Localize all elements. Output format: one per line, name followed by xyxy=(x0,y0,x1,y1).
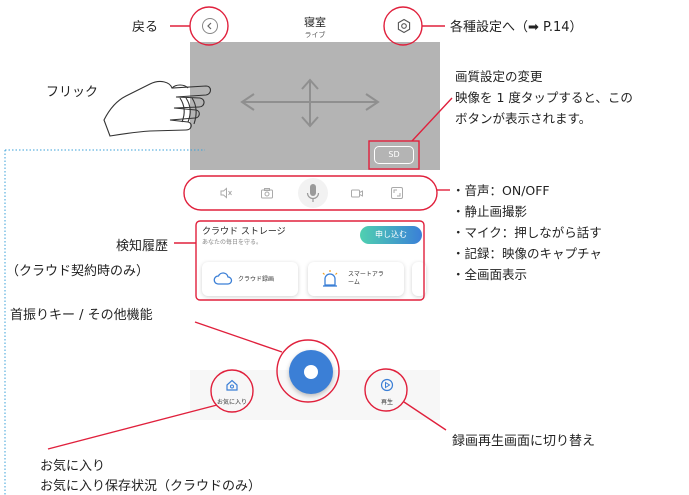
playback-highlight xyxy=(364,368,408,412)
flick-annotation: フリック xyxy=(46,85,99,100)
quality-highlight xyxy=(368,140,420,170)
favorites-status-annotation: お気に入り保存状況（クラウドのみ） xyxy=(40,479,262,494)
quality-title: 画質設定の変更 xyxy=(455,69,543,84)
control-desc-fullscreen: ・全画面表示 xyxy=(452,267,528,282)
control-desc-mic: ・マイク：押しながら話す xyxy=(452,225,602,240)
controls-highlight xyxy=(183,175,438,211)
pan-key-annotation: 首振りキー / その他機能 xyxy=(10,308,153,323)
favorites-annotation: お気に入り xyxy=(40,459,106,474)
control-desc-audio: ・音声：ON/OFF xyxy=(452,183,550,198)
fab-highlight xyxy=(276,339,340,403)
controls-annotation: ・音声：ON/OFF ・静止画撮影 ・マイク：押しながら話す ・記録：映像のキャ… xyxy=(452,180,602,285)
playback-switch-annotation: 録画再生画面に切り替え xyxy=(452,434,596,449)
quality-line2: ボタンが表示されます。 xyxy=(455,111,592,126)
cloud-highlight xyxy=(195,220,425,301)
detection-note-annotation: （クラウド契約時のみ） xyxy=(6,264,150,279)
back-annotation: 戻る xyxy=(132,20,159,35)
detection-history-annotation: 検知履歴 xyxy=(116,239,169,254)
favorites-highlight xyxy=(210,369,254,413)
settings-highlight xyxy=(383,6,423,46)
flick-hand-icon xyxy=(103,80,212,137)
back-highlight xyxy=(189,6,229,46)
quality-annotation: 画質設定の変更 映像を 1 度タップすると、この ボタンが表示されます。 xyxy=(455,66,633,129)
control-desc-snapshot: ・静止画撮影 xyxy=(452,204,528,219)
quality-line1: 映像を 1 度タップすると、この xyxy=(455,90,633,105)
control-desc-record: ・記録：映像のキャプチャ xyxy=(452,246,602,261)
settings-annotation: 各種設定へ（➡ P.14） xyxy=(450,20,583,35)
